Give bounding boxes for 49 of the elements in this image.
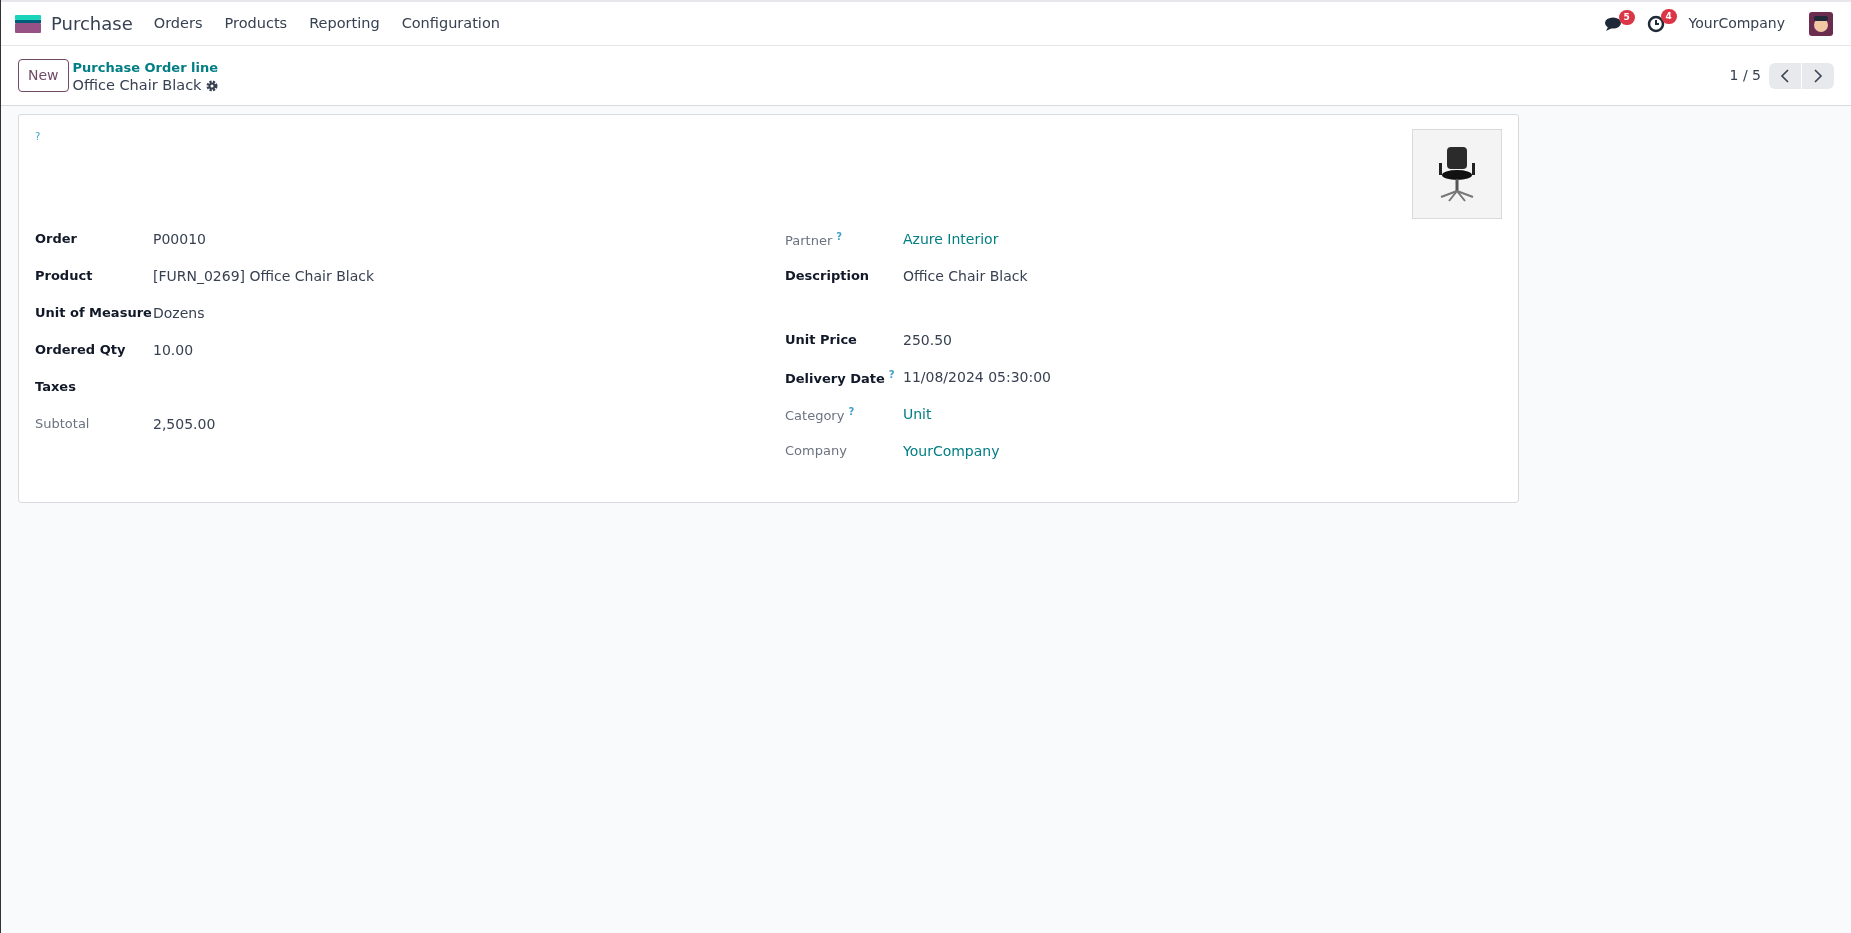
- message-count: 5: [1618, 9, 1635, 25]
- user-avatar-icon[interactable]: [1809, 11, 1833, 36]
- previous-button[interactable]: [1769, 62, 1801, 89]
- new-button[interactable]: New: [18, 59, 69, 92]
- field-link[interactable]: YourCompany: [903, 441, 1000, 462]
- help-tooltip[interactable]: ?: [848, 406, 855, 417]
- field-label: Unit Price: [785, 332, 857, 347]
- field-value: [FURN_0269] Office Chair Black: [153, 267, 375, 286]
- field-link[interactable]: Unit: [903, 404, 932, 425]
- field-label: Delivery Date: [785, 371, 885, 387]
- field-link[interactable]: Azure Interior: [903, 229, 999, 250]
- field-label: Unit of Measure: [35, 305, 152, 320]
- breadcrumb-link[interactable]: Purchase Order line: [72, 59, 219, 75]
- field-label: Description: [785, 268, 870, 283]
- record-title: Office Chair Black: [72, 76, 202, 95]
- help-tooltip[interactable]: ?: [836, 231, 843, 242]
- field-value: P00010: [153, 230, 206, 249]
- menu-item[interactable]: Configuration: [390, 12, 511, 35]
- office-chair-drawing: [1437, 145, 1477, 203]
- chevron-left-icon: [1780, 68, 1790, 83]
- help-tooltip[interactable]: ?: [35, 129, 41, 219]
- app-name[interactable]: Purchase: [51, 10, 133, 37]
- settings-icon[interactable]: [205, 79, 218, 92]
- company-switcher[interactable]: YourCompany: [1688, 13, 1785, 34]
- field-value: 2,505.00: [153, 415, 216, 434]
- field-label: Subtotal: [35, 416, 90, 431]
- help-tooltip[interactable]: ?: [888, 369, 895, 380]
- field-value: Office Chair Black: [903, 267, 1028, 286]
- pager-value: 1 / 5: [1729, 66, 1761, 85]
- messages-icon[interactable]: [1604, 15, 1623, 32]
- app-logo-icon[interactable]: [15, 14, 41, 33]
- chevron-right-icon: [1813, 68, 1823, 83]
- field-label: Ordered Qty: [35, 342, 126, 357]
- menu-item[interactable]: Orders: [142, 12, 214, 35]
- field-label: Taxes: [35, 379, 76, 394]
- activity-clock-icon[interactable]: [1646, 14, 1665, 33]
- field-label: Company: [785, 443, 847, 458]
- field-value: Dozens: [153, 304, 205, 323]
- next-button[interactable]: [1802, 62, 1834, 89]
- field-label: Category: [785, 408, 845, 424]
- field-value: 11/08/2024 05:30:00: [903, 368, 1052, 387]
- activity-count: 4: [1660, 8, 1677, 24]
- field-value: 250.50: [903, 331, 952, 350]
- field-label: Order: [35, 231, 77, 246]
- field-label: Partner: [785, 233, 833, 249]
- field-value: 10.00: [153, 341, 194, 360]
- menu-item[interactable]: Products: [213, 12, 299, 35]
- menu-item[interactable]: Reporting: [298, 12, 391, 35]
- field-label: Product: [35, 268, 93, 283]
